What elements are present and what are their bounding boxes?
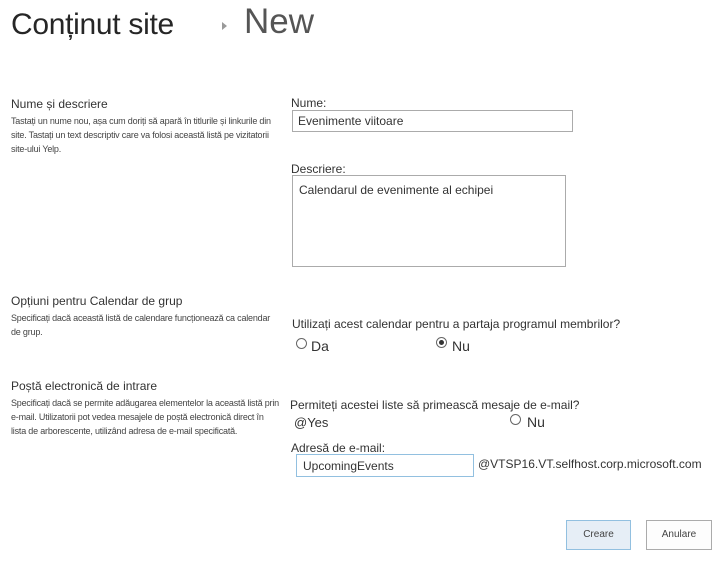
email-no-radio[interactable]	[510, 414, 521, 425]
name-label: Nume:	[291, 96, 327, 110]
email-section-description: Specificați dacă se permite adăugarea el…	[11, 398, 279, 436]
calendar-section-heading: Opțiuni pentru Calendar de grup	[11, 294, 183, 308]
cancel-button[interactable]: Anulare	[646, 520, 712, 550]
calendar-question: Utilizați acest calendar pentru a partaj…	[292, 317, 621, 331]
name-input[interactable]: Evenimente viitoare	[292, 110, 573, 132]
create-button[interactable]: Creare	[566, 520, 631, 550]
name-section-description: Tastați un nume nou, așa cum doriți să a…	[11, 116, 271, 154]
email-domain-suffix: @VTSP16.VT.selfhost.corp.microsoft.com	[478, 457, 702, 471]
calendar-no-label: Nu	[452, 338, 470, 354]
breadcrumb-arrow-icon	[222, 22, 227, 30]
breadcrumb-current: New	[244, 2, 315, 41]
email-yes-label[interactable]: @Yes	[294, 415, 328, 430]
page-title: Conținut site	[11, 8, 174, 41]
calendar-no-radio[interactable]	[436, 337, 447, 348]
page: Conținut site New Nume și descriere Tast…	[0, 0, 719, 570]
email-section-heading: Poștă electronică de intrare	[11, 379, 158, 393]
calendar-yes-radio[interactable]	[296, 338, 307, 349]
email-address-input[interactable]: UpcomingEvents	[296, 454, 474, 477]
calendar-section-description: Specificați dacă această listă de calend…	[11, 313, 271, 337]
description-textarea[interactable]: Calendarul de evenimente al echipei	[292, 175, 566, 267]
email-address-label: Adresă de e-mail:	[291, 441, 386, 455]
email-question: Permiteți acestei liste să primească mes…	[290, 398, 580, 412]
name-section-heading: Nume și descriere	[11, 97, 108, 111]
calendar-yes-label: Da	[311, 338, 329, 354]
email-no-label: Nu	[527, 414, 545, 430]
description-label: Descriere:	[291, 162, 346, 176]
